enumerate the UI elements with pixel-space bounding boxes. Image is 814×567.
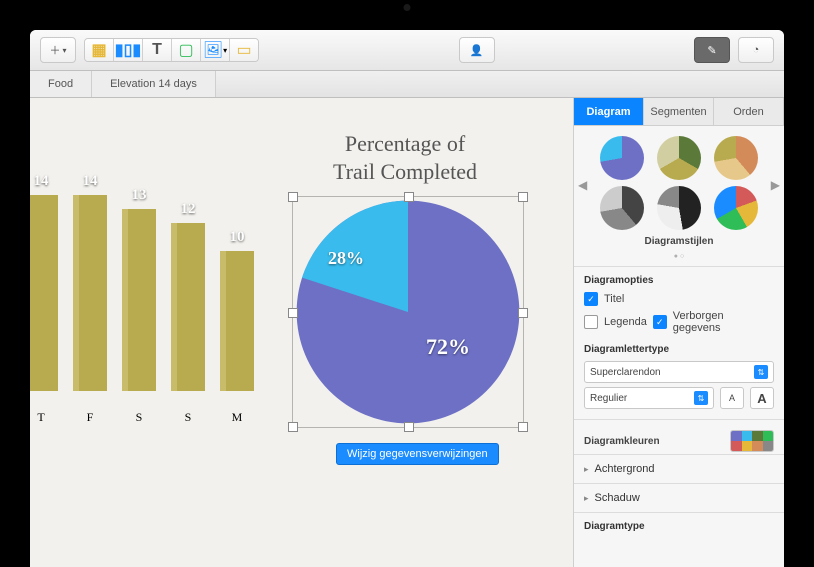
pie-chart[interactable]: 28% 72% [292,196,524,428]
tab-segmenten[interactable]: Segmenten [644,98,714,126]
legend-checkbox-label: Legenda [604,316,647,328]
collab-button[interactable]: 👤 [459,37,495,63]
bar-value: 13 [132,187,147,204]
filter-icon: ◔ [753,44,760,56]
style-swatch[interactable] [600,186,644,230]
chevron-updown-icon: ⇅ [694,391,708,405]
main-toolbar: ＋ ▾ ▦ ▮▯▮ T ▢ 🖼▾ ▭ 👤 ✎ ◔ [30,30,784,71]
type-heading: Diagramtype [574,512,784,536]
title-checkbox-label: Titel [604,293,624,305]
font-larger-button[interactable]: A [750,387,774,409]
chart-colors-button[interactable] [730,430,774,452]
inspector: Diagram Segmenten Orden ◀ ▶ Dia [573,98,784,567]
style-swatch[interactable] [714,136,758,180]
font-heading: Diagramlettertype [574,336,784,359]
colors-label: Diagramkleuren [584,436,660,447]
media-icon[interactable]: 🖼▾ [201,39,230,61]
chevron-updown-icon: ⇅ [754,365,768,379]
resize-handle[interactable] [518,192,528,202]
selection-outline [292,196,524,428]
filter-button[interactable]: ◔ [738,37,774,63]
chart-icon[interactable]: ▮▯▮ [114,39,143,61]
plus-icon: ＋ [49,42,60,58]
view-mode-segment[interactable]: ▦ ▮▯▮ T ▢ 🖼▾ ▭ [84,38,259,62]
edit-data-references-button[interactable]: Wijzig gegevensverwijzingen [336,443,499,465]
resize-handle[interactable] [288,308,298,318]
pie-slice-label: 72% [426,334,470,360]
options-heading: Diagramopties [574,266,784,290]
triangle-right-icon: ▸ [584,464,589,475]
chart-styles-grid [574,126,784,234]
canvas[interactable]: 14 14 13 12 10 T F S S M Percentage of T… [30,98,573,567]
style-swatch[interactable] [714,186,758,230]
comment-icon[interactable]: ▭ [230,39,258,61]
text-icon[interactable]: T [143,39,172,61]
styles-label: Diagramstijlen [574,234,784,253]
sheet-tab-food[interactable]: Food [30,71,92,97]
sheet-tabs: Food Elevation 14 days [30,71,784,98]
resize-handle[interactable] [288,192,298,202]
style-swatch[interactable] [657,186,701,230]
bar-value: 14 [83,173,98,190]
triangle-right-icon: ▸ [584,493,589,504]
resize-handle[interactable] [518,308,528,318]
chart-title[interactable]: Percentage of Trail Completed [290,130,520,185]
bar-categories: T F S S M [30,410,254,425]
bar-value: 14 [34,173,49,190]
shadow-disclosure[interactable]: ▸ Schaduw [574,483,784,512]
brush-icon: ✎ [707,44,716,57]
table-icon[interactable]: ▦ [85,39,114,61]
style-swatch[interactable] [657,136,701,180]
hidden-data-checkbox-label: Verborgen gegevens [673,310,774,334]
bar-chart[interactable]: 14 14 13 12 10 [30,195,254,391]
insert-button[interactable]: ＋ ▾ [40,37,76,63]
style-swatch[interactable] [600,136,644,180]
font-family-select[interactable]: Superclarendon ⇅ [584,361,774,383]
format-button[interactable]: ✎ [694,37,730,63]
shape-icon[interactable]: ▢ [172,39,201,61]
resize-handle[interactable] [404,192,414,202]
pager-dots: ● ○ [574,253,784,266]
font-style-select[interactable]: Regulier ⇅ [584,387,714,409]
legend-checkbox[interactable] [584,315,598,329]
tab-diagram[interactable]: Diagram [574,98,644,126]
tab-orden[interactable]: Orden [714,98,784,126]
hidden-data-checkbox[interactable] [653,315,667,329]
bar-value: 12 [181,201,196,218]
pie-slice-label: 28% [328,248,364,269]
chevron-down-icon: ▾ [62,46,66,55]
background-disclosure[interactable]: ▸ Achtergrond [574,454,784,483]
sheet-tab-elevation[interactable]: Elevation 14 days [92,71,216,97]
collab-icon: 👤 [470,44,484,57]
resize-handle[interactable] [288,422,298,432]
font-smaller-button[interactable]: A [720,387,744,409]
resize-handle[interactable] [404,422,414,432]
title-checkbox[interactable] [584,292,598,306]
resize-handle[interactable] [518,422,528,432]
bar-value: 10 [230,229,245,246]
